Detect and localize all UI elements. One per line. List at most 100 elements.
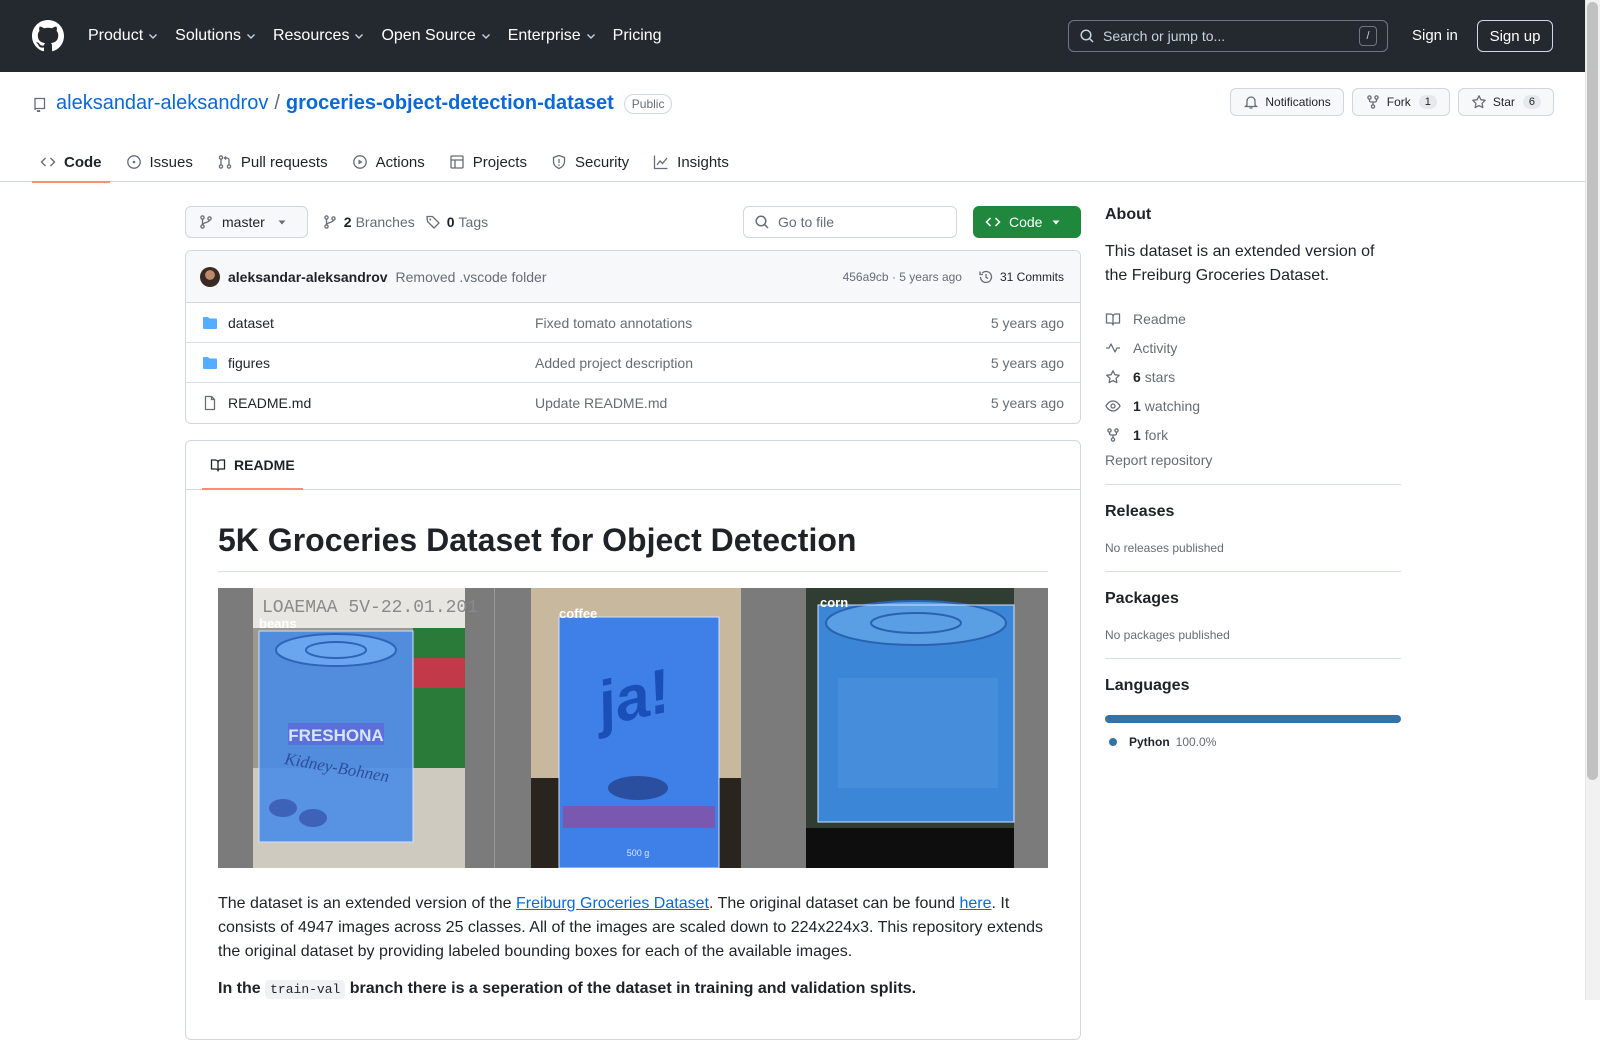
nav-pricing[interactable]: Pricing (613, 27, 662, 45)
tab-actions[interactable]: Actions (344, 142, 433, 182)
global-search-input[interactable]: Search or jump to... / (1068, 20, 1388, 52)
fork-button[interactable]: Fork 1 (1351, 88, 1450, 116)
nav-open-source[interactable]: Open Source (381, 27, 491, 45)
branches-link[interactable]: 2 Branches (322, 214, 415, 230)
file-browser: aleksandar-aleksandrov Removed .vscode f… (185, 250, 1081, 424)
tab-projects[interactable]: Projects (441, 142, 535, 182)
language-color-dot (1109, 738, 1117, 746)
stars-link[interactable]: 6 stars (1105, 362, 1401, 391)
latest-commit: aleksandar-aleksandrov Removed .vscode f… (186, 251, 1080, 303)
forks-link[interactable]: 1 fork (1105, 420, 1401, 449)
commit-sha-time[interactable]: 456a9cb · 5 years ago (843, 270, 962, 284)
dataset-figure: LOAEMAA 5V-22.01.201 FRESHONA Kidney-Boh… (218, 588, 1048, 868)
repo-owner-link[interactable]: aleksandar-aleksandrov (56, 92, 268, 115)
code-dropdown-button[interactable]: Code (973, 206, 1081, 238)
shield-icon (552, 154, 566, 170)
forks-count: 1 (1133, 426, 1141, 443)
freiburg-dataset-link[interactable]: Freiburg Groceries Dataset (516, 895, 709, 912)
tab-insights[interactable]: Insights (645, 142, 737, 182)
nav-label: Resources (272, 27, 350, 44)
pulse-icon (1106, 342, 1120, 353)
language-item[interactable]: Python 100.0% (1105, 735, 1401, 749)
watchers-link[interactable]: 1 watching (1105, 391, 1401, 420)
repo-icon (34, 97, 46, 112)
table-icon (450, 155, 464, 169)
tags-link[interactable]: 0 Tags (425, 214, 488, 230)
repo-name-link[interactable]: groceries-object-detection-dataset (286, 92, 614, 115)
folder-icon (203, 356, 217, 369)
nav-enterprise[interactable]: Enterprise (508, 27, 597, 45)
commit-author[interactable]: aleksandar-aleksandrov (228, 269, 388, 285)
notifications-label: Notifications (1265, 95, 1331, 109)
tab-security[interactable]: Security (543, 142, 637, 182)
tag-icon (426, 215, 440, 229)
star-button[interactable]: Star 6 (1457, 88, 1554, 116)
tab-issues[interactable]: Issues (118, 142, 201, 182)
chevron-down-icon (246, 34, 255, 39)
file-name[interactable]: README.md (228, 395, 311, 411)
nav-label: Open Source (381, 27, 476, 44)
readme-tab[interactable]: README (202, 441, 303, 490)
commit-message[interactable]: Removed .vscode folder (396, 269, 547, 285)
inline-code: train-val (265, 980, 346, 999)
packages-heading[interactable]: Packages (1105, 590, 1401, 608)
original-dataset-link[interactable]: here (959, 895, 991, 912)
avatar[interactable] (200, 266, 220, 287)
tab-pull-requests[interactable]: Pull requests (209, 142, 336, 182)
about-heading: About (1105, 206, 1152, 223)
file-name[interactable]: figures (228, 355, 270, 371)
star-label: Star (1492, 95, 1515, 109)
readme-paragraph: In the train-val branch there is a seper… (218, 980, 1048, 999)
file-commit-message[interactable]: Added project description (535, 355, 991, 371)
language-name: Python (1129, 735, 1170, 749)
fork-icon (1366, 95, 1379, 109)
pull-request-icon (218, 155, 232, 169)
go-to-file-input[interactable]: Go to file (743, 206, 957, 238)
go-to-file-placeholder: Go to file (778, 214, 835, 230)
commits-link[interactable]: 31 Commits (978, 269, 1064, 285)
stars-count: 6 (1133, 368, 1141, 385)
language-bar (1105, 715, 1401, 723)
sign-up-button[interactable]: Sign up (1477, 20, 1553, 52)
page-scrollbar[interactable] (1585, 0, 1600, 1000)
file-date: 5 years ago (990, 354, 1064, 371)
star-count: 6 (1522, 95, 1541, 109)
bbox-label: corn (820, 595, 848, 610)
scrollbar-thumb[interactable] (1587, 2, 1598, 780)
file-commit-message[interactable]: Update README.md (535, 395, 991, 411)
global-nav: Product Solutions Resources Open Source … (88, 27, 678, 45)
readme-text: The dataset is an extended version of th… (218, 895, 516, 912)
table-row[interactable]: figures Added project description 5 year… (186, 343, 1080, 383)
main-content: master 2 Branches 0 Tags Go to file Code (185, 206, 1081, 1040)
report-repository-link[interactable]: Report repository (1105, 452, 1401, 468)
graph-icon (654, 155, 668, 170)
readme-link[interactable]: Readme (1105, 304, 1401, 333)
tags-label: Tags (458, 214, 489, 230)
branches-count: 2 (343, 214, 352, 230)
file-name[interactable]: dataset (228, 315, 274, 331)
bell-icon (1244, 96, 1259, 109)
table-row[interactable]: README.md Update README.md 5 years ago (186, 383, 1080, 423)
nav-product[interactable]: Product (88, 27, 159, 45)
star-icon (1106, 369, 1120, 383)
releases-heading[interactable]: Releases (1105, 503, 1401, 521)
branch-selector[interactable]: master (185, 206, 308, 238)
tab-code[interactable]: Code (32, 142, 110, 183)
caret-down-icon (278, 220, 286, 225)
releases-empty-text: No releases published (1105, 541, 1224, 555)
file-commit-message[interactable]: Fixed tomato annotations (535, 315, 991, 331)
watching-label: watching (1144, 397, 1201, 414)
readme-tab-label: README (234, 457, 295, 473)
table-row[interactable]: dataset Fixed tomato annotations 5 years… (186, 303, 1080, 343)
nav-resources[interactable]: Resources (273, 27, 365, 45)
github-logo-icon[interactable] (32, 20, 64, 52)
sign-in-link[interactable]: Sign in (1412, 27, 1458, 44)
activity-link[interactable]: Activity (1105, 333, 1401, 362)
notifications-button[interactable]: Notifications (1230, 88, 1344, 116)
language-percent: 100.0% (1175, 735, 1217, 749)
repo-header: aleksandar-aleksandrov / groceries-objec… (0, 72, 1600, 183)
code-icon (40, 157, 56, 167)
repo-path-separator: / (274, 92, 280, 114)
readme-header: README (186, 441, 1080, 490)
nav-solutions[interactable]: Solutions (175, 27, 257, 45)
